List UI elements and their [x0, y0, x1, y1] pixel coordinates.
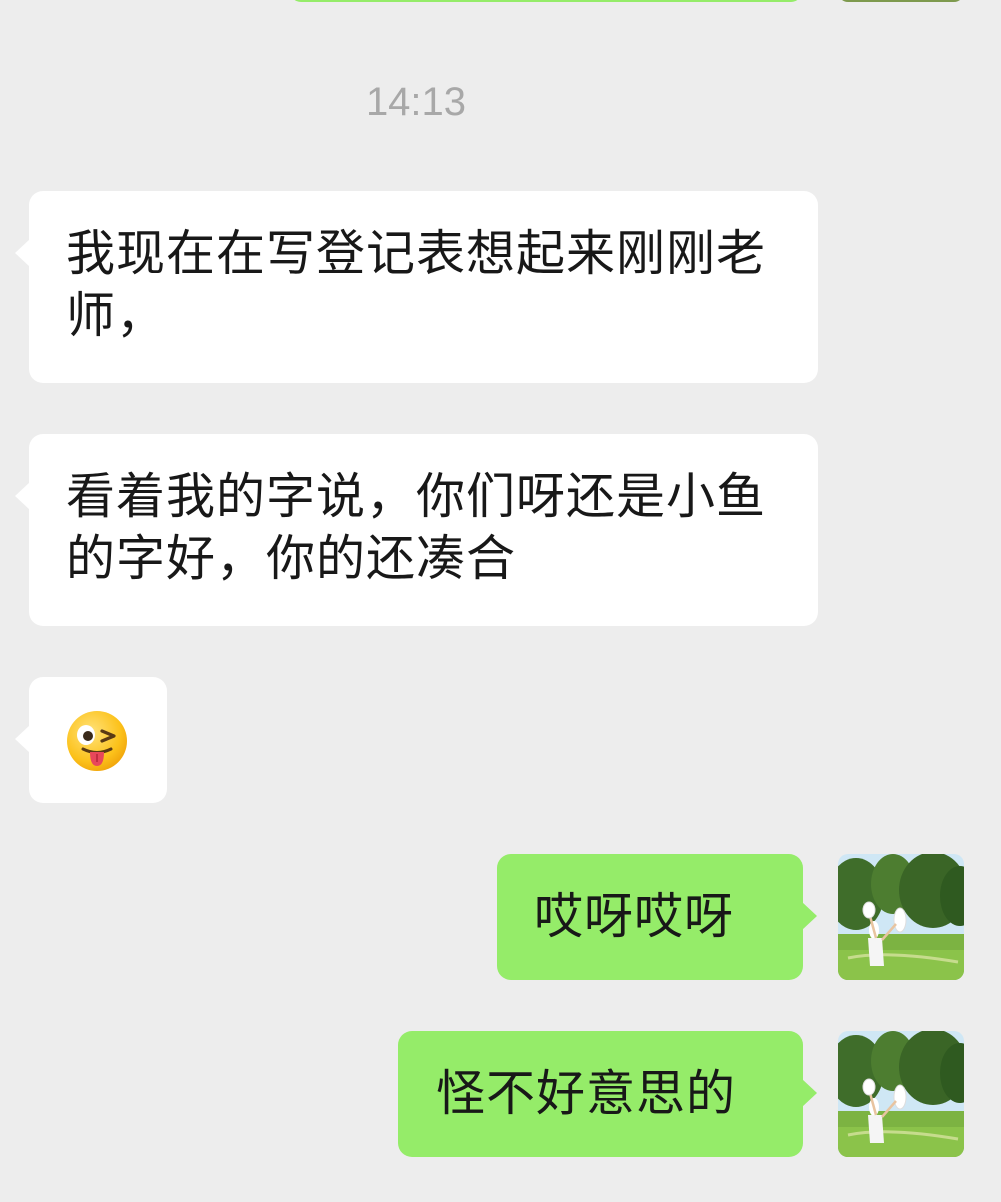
bubble-tail — [802, 1079, 817, 1107]
outgoing-message-bubble[interactable]: 哎呀哎呀 — [497, 854, 817, 980]
previous-outgoing-bubble[interactable] — [290, 0, 802, 2]
winking-tongue-face-icon — [67, 711, 127, 771]
message-text: 哎呀哎呀 — [534, 888, 735, 945]
outgoing-message-bubble[interactable]: 怪不好意思的 — [398, 1031, 817, 1157]
message-text: 怪不好意思的 — [436, 1065, 737, 1122]
bubble-tail — [15, 482, 30, 510]
user-avatar[interactable] — [838, 854, 964, 980]
user-avatar-photo-icon — [838, 1031, 964, 1157]
message-text: 看着我的字说，你们呀还是小鱼的字好，你的还凑合 — [66, 468, 767, 587]
incoming-message-bubble[interactable]: 我现在在写登记表想起来刚刚老师， — [15, 191, 818, 383]
user-avatar-photo-icon — [838, 854, 964, 980]
user-avatar[interactable] — [838, 1031, 964, 1157]
bubble-tail — [802, 902, 817, 930]
incoming-message-bubble[interactable]: 看着我的字说，你们呀还是小鱼的字好，你的还凑合 — [15, 434, 818, 626]
message-timestamp: 14:13 — [365, 80, 467, 124]
bubble-tail — [15, 725, 30, 753]
bubble-tail — [15, 239, 30, 267]
message-text: 我现在在写登记表想起来刚刚老师， — [66, 225, 767, 344]
incoming-emoji-bubble[interactable]: 😜 — [15, 677, 167, 803]
message-text: 😜 — [29, 677, 30, 678]
previous-avatar[interactable] — [838, 0, 964, 2]
